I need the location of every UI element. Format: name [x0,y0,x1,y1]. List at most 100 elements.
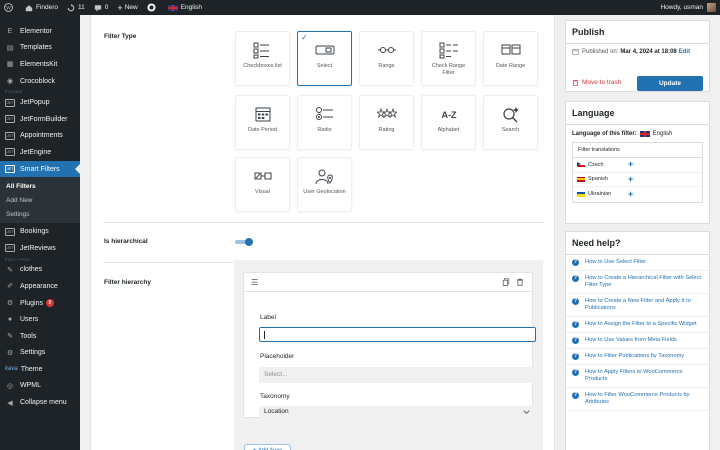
sidebar-item-crocoblock[interactable]: ◉ Crocoblock [0,73,80,90]
taxonomy-field-label: Taxonomy [260,393,290,400]
sidebar-item-wpml[interactable]: ◎ WPML [0,378,80,395]
label-input[interactable] [259,327,536,342]
sidebar-item-jetengine[interactable]: JET JetEngine [0,144,80,161]
appearance-icon: ✐ [7,283,13,291]
sidebar-item-elementor[interactable]: E Elementor [0,23,80,40]
placeholder-input[interactable]: Select... [259,367,536,383]
sidebar-item-collapse-menu[interactable]: ◀ Collapse menu [0,394,80,411]
toggle-knob [245,238,253,246]
pin-icon: ✎ [7,266,13,274]
submenu-item-add-new[interactable]: Add New [0,193,80,207]
edit-date-link[interactable]: Edit [679,49,690,55]
jet-plugin-icon: JET [5,164,15,174]
help-link-text: How to Assign the Filter to a Specific W… [585,321,697,327]
sidebar-item-clothes[interactable]: ✎ clothes [0,262,80,279]
update-button[interactable]: Update [637,76,703,91]
chevron-down-icon [523,410,530,415]
help-link[interactable]: ? How to Apply Filters to WooCommerce Pro… [566,365,709,388]
sidebar-item-tools[interactable]: ✎ Tools [0,328,80,345]
help-link[interactable]: ? How to Create a New Filter and Apply It… [566,294,709,317]
help-link[interactable]: ? How to Filter WooCommerce Products by A… [566,388,709,411]
help-title: Need help? [572,238,621,248]
filter-type-date-period[interactable]: Date Period [235,95,290,150]
sidebar-item-label: Tools [20,332,37,340]
published-on: Published on: Mar 4, 2024 at 18:08 Edit [566,44,709,59]
admin-bar: W Findero 11 0 + New English Howdy, usma… [0,0,720,15]
filter-type-label: Range [378,63,395,69]
sidebar-item-plugins[interactable]: ⚙ Plugins 8 [0,295,80,312]
updates-link[interactable]: 11 [67,3,85,12]
help-link[interactable]: ? How to Filter Publications by Taxonomy [566,349,709,365]
submenu-item-all-filters[interactable]: All Filters [0,179,80,193]
help-link-text: How to Create a Hierarchical Filter with… [585,275,702,288]
help-link[interactable]: ? How to Assign the Filter to a Specific … [566,317,709,333]
filter-type-radio[interactable]: Radio [297,95,352,150]
help-link[interactable]: ? How to Use Select Filter [566,255,709,271]
sidebar-item-theme[interactable]: kava Theme [0,361,80,378]
filter-type-rating[interactable]: Rating [359,95,414,150]
taxonomy-select[interactable]: Location [259,406,536,418]
sidebar-item-templates[interactable]: ▤ Templates [0,40,80,57]
filter-type-user-geolocation[interactable]: User Geolocation [297,157,352,212]
divider [103,222,544,223]
drag-handle-icon[interactable]: ☰ [251,278,258,287]
filter-type-checkboxes-list[interactable]: Checkboxes list [235,31,290,86]
filter-type-range[interactable]: Range [359,31,414,86]
translation-row: Ukrainian + [573,187,702,202]
plugins-icon: ⚙ [6,300,14,308]
crocoblock-admin-icon[interactable] [147,3,159,12]
add-translation-icon[interactable]: + [628,189,633,199]
search-icon [501,106,521,122]
site-name-link[interactable]: Findero [25,4,58,12]
language-switcher[interactable]: English [167,4,203,11]
tools-icon: ✎ [7,333,13,341]
trash-icon[interactable] [516,278,524,286]
sidebar-item-settings[interactable]: ⚙ Settings [0,345,80,362]
site-name: Findero [36,4,59,11]
copy-icon[interactable] [502,278,510,286]
filter-type-date-range[interactable]: Date Range [483,31,538,86]
visual-icon [253,168,273,184]
filter-type-visual[interactable]: Visual [235,157,290,212]
is-hierarchical-toggle[interactable] [235,238,253,246]
add-translation-icon[interactable]: + [628,174,633,184]
sidebar-item-smart-filters[interactable]: JET Smart Filters [0,160,80,178]
filter-language-label: Language of this filter: [572,131,637,137]
sidebar-item-jetreviews[interactable]: JET JetReviews [0,240,80,257]
language-label: English [180,4,203,11]
filter-type-search[interactable]: Search [483,95,538,150]
label-field-label: Label [260,314,276,321]
submenu-item-settings[interactable]: Settings [0,207,80,221]
my-account[interactable]: Howdy, usman [660,3,716,12]
filter-type-label: Alphabet [437,127,460,133]
howdy-text: Howdy, usman [660,4,703,11]
sidebar-item-bookings[interactable]: JET Bookings [0,223,80,240]
add-translation-icon[interactable]: + [628,160,633,169]
sidebar-item-jetformbuilder[interactable]: JET JetFormBuilder [0,111,80,128]
jet-logo-icon: JET [5,148,15,157]
question-icon: ? [572,369,579,376]
sidebar-item-elementskit[interactable]: ▦ ElementsKit [0,56,80,73]
sidebar-item-appointments[interactable]: JET Appointments [0,128,80,145]
new-content-link[interactable]: + New [117,3,137,13]
trash-icon [572,80,579,86]
filter-type-label: Date Period [247,127,278,133]
comments-link[interactable]: 0 [94,4,109,12]
add-new-button[interactable]: + Add New [244,444,292,450]
sidebar-item-label: Crocoblock [20,77,56,85]
comments-count: 0 [104,4,109,11]
sidebar-item-jetpopup[interactable]: JET JetPopup [0,94,80,111]
sidebar-item-users[interactable]: ● Users [0,311,80,328]
filter-type-check-range-filter[interactable]: Check Range Filter [421,31,476,86]
move-to-trash-link[interactable]: Move to trash [572,79,621,86]
help-link[interactable]: ? How to Use Values from Meta Fields [566,333,709,349]
translation-language: Spanish [588,176,608,183]
wp-logo-icon[interactable]: W [4,3,16,12]
sidebar-item-label: Appearance [20,282,58,290]
filter-type-alphabet[interactable]: A-Z Alphabet [421,95,476,150]
sidebar-item-appearance[interactable]: ✐ Appearance [0,278,80,295]
avatar [707,3,716,12]
jet-plugin-icon: JET [5,243,15,253]
help-link[interactable]: ? How to Create a Hierarchical Filter wit… [566,271,709,294]
filter-type-select[interactable]: ✓ Select [297,31,352,86]
